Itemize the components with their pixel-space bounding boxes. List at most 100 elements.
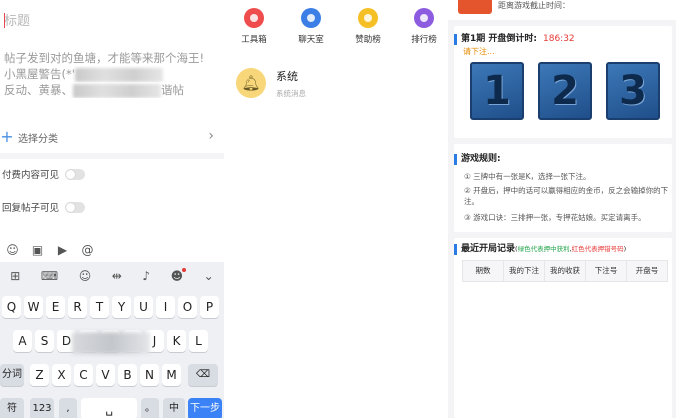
number-key[interactable]: 123 (30, 398, 54, 418)
column-header: 我的收获 (545, 261, 586, 281)
column-header: 期数 (463, 261, 504, 281)
key-z[interactable]: Z (30, 364, 49, 386)
game-panel: 距离游戏截止时间： 第1期 开盘倒计时: 186:32 请下注... 1 2 3 … (448, 0, 676, 418)
star-icon (358, 8, 378, 28)
history-card: 最近开局记录(绿色代表押中获利,红色代表押错号码) 期数 我的下注 我的收获 下… (454, 238, 672, 418)
body-line-3-end: 谐帖 (161, 83, 184, 97)
game-banner-image (458, 0, 492, 14)
text-caret (4, 13, 5, 28)
category-label: 选择分类 (18, 133, 58, 145)
column-header: 开盘号 (635, 266, 659, 275)
category-selector[interactable]: + 选择分类 › (0, 126, 222, 148)
symbol-key[interactable]: 符 (0, 398, 24, 418)
body-text-area[interactable]: 帖子发到对的鱼塘，才能等来那个海王! 小黑屋警告(*' 反动、黄暴、 谐帖 (4, 50, 218, 98)
key-x[interactable]: X (52, 364, 71, 386)
emoji-icon[interactable]: ☺ (0, 243, 25, 257)
pending-status: 请下注... (463, 47, 495, 56)
feature-label: 赞助榜 (355, 35, 381, 45)
bell-icon: 🔔︎ (236, 68, 266, 98)
toggle-paid-switch[interactable] (65, 168, 86, 180)
toggle-paid-label: 付费内容可见 (2, 170, 60, 181)
key-l[interactable]: L (189, 330, 208, 352)
language-key[interactable]: 中 (163, 398, 185, 418)
toggle-reply-switch[interactable] (65, 201, 86, 213)
number-card-1[interactable]: 1 (470, 62, 524, 120)
rule-2: ② 开盘后，押中的话可以赢得相应的金币，反之会输掉你的下注。 (464, 186, 669, 206)
legend-green: 绿色代表押中获利 (517, 245, 570, 253)
assistant-icon[interactable]: ☻ (171, 268, 186, 283)
backspace-key[interactable]: ⌫ (188, 364, 218, 386)
microphone-icon[interactable]: ♪ (142, 269, 150, 283)
keyboard-icon[interactable]: ⌨ (41, 269, 58, 283)
body-line-3-start: 反动、黄暴、 (4, 83, 73, 97)
header-text: 距离游戏截止时间： (498, 1, 570, 10)
key-a[interactable]: A (13, 330, 32, 352)
key-i[interactable]: I (156, 296, 175, 318)
key-u[interactable]: U (134, 296, 153, 318)
toggle-paid-row: 付费内容可见 (2, 165, 222, 183)
chevron-right-icon: › (208, 128, 214, 144)
key-e[interactable]: E (46, 296, 65, 318)
key-y[interactable]: Y (112, 296, 131, 318)
history-table-header: 期数 我的下注 我的收获 下注号 开盘号 (462, 260, 668, 282)
next-step-key[interactable]: 下一步 (188, 398, 222, 418)
feature-chatroom[interactable]: 聊天室 (286, 8, 336, 45)
key-c[interactable]: C (74, 364, 93, 386)
segment-key[interactable]: 分词 (0, 364, 24, 386)
key-q[interactable]: Q (2, 296, 21, 318)
key-w[interactable]: W (24, 296, 43, 318)
column-header: 我的下注 (504, 261, 545, 281)
column-header: 下注号 (586, 261, 627, 281)
at-icon[interactable]: @ (75, 243, 100, 257)
comma-key[interactable]: , (59, 398, 77, 418)
ranking-icon (414, 8, 434, 28)
feature-toolbox[interactable]: 工具箱 (229, 8, 279, 45)
history-legend: (绿色代表押中获利,红色代表押错号码) (515, 245, 626, 253)
toggle-reply-row: 回复帖子可见 (2, 198, 222, 216)
rule-3: ③ 游戏口诀：三排押一张，专押花姑娘。买定请离手。 (464, 213, 646, 222)
key-p[interactable]: P (200, 296, 219, 318)
countdown-timer: 186:32 (543, 34, 575, 44)
key-k[interactable]: K (167, 330, 186, 352)
key-b[interactable]: B (118, 364, 137, 386)
blurred-region (72, 332, 150, 354)
toggle-reply-label: 回复帖子可见 (2, 203, 60, 214)
grid-icon[interactable]: ⊞ (10, 269, 20, 283)
blurred-text (73, 83, 161, 98)
toolbox-icon (244, 8, 264, 28)
key-r[interactable]: R (68, 296, 87, 318)
message-title: 系统 (276, 70, 298, 83)
number-card-2[interactable]: 2 (538, 62, 592, 120)
number-card-3[interactable]: 3 (606, 62, 660, 120)
period-title-text: 第1期 开盘倒计时: (461, 34, 537, 44)
cursor-icon[interactable]: ⇹ (112, 269, 122, 283)
body-line-1: 帖子发到对的鱼塘，才能等来那个海王! (4, 51, 205, 65)
rule-1: ① 三牌中有一张是K，选择一张下注。 (464, 172, 591, 181)
emoji-icon[interactable]: ☺ (79, 269, 92, 283)
key-m[interactable]: M (162, 364, 181, 386)
space-key[interactable]: ␣ (81, 398, 137, 418)
feature-label: 排行榜 (411, 35, 437, 45)
chevron-down-icon[interactable]: ⌄ (204, 269, 214, 283)
key-v[interactable]: V (96, 364, 115, 386)
rules-title: 游戏规则: (454, 154, 501, 165)
post-composer: 帖子发到对的鱼塘，才能等来那个海王! 小黑屋警告(*' 反动、黄暴、 谐帖 + 选… (0, 0, 224, 418)
round-card: 第1期 开盘倒计时: 186:32 请下注... 1 2 3 (454, 26, 672, 138)
community-panel: 工具箱 聊天室 赞助榜 排行榜 🔔︎ 系统 系统消息 (224, 0, 448, 418)
period-key[interactable]: 。 (141, 398, 159, 418)
body-line-2: 小黑屋警告(*' (4, 66, 218, 82)
video-icon[interactable]: ▶ (50, 243, 75, 257)
title-input[interactable] (0, 12, 220, 30)
keyboard-toolbar: ⊞ ⌨ ☺ ⇹ ♪ ☻ ⌄ (0, 262, 224, 290)
system-message-item[interactable]: 🔔︎ 系统 系统消息 (236, 66, 436, 100)
image-icon[interactable]: ▣ (25, 243, 50, 257)
feature-sponsors[interactable]: 赞助榜 (343, 8, 393, 45)
key-s[interactable]: S (35, 330, 54, 352)
key-n[interactable]: N (140, 364, 159, 386)
virtual-keyboard: ⊞ ⌨ ☺ ⇹ ♪ ☻ ⌄ QWERTYUIOPASDFGHJKL分词ZXCVB… (0, 262, 224, 418)
message-subtitle: 系统消息 (276, 89, 306, 98)
key-t[interactable]: T (90, 296, 109, 318)
feature-ranking[interactable]: 排行榜 (399, 8, 449, 45)
key-o[interactable]: O (178, 296, 197, 318)
period-title: 第1期 开盘倒计时: 186:32 (454, 34, 575, 45)
